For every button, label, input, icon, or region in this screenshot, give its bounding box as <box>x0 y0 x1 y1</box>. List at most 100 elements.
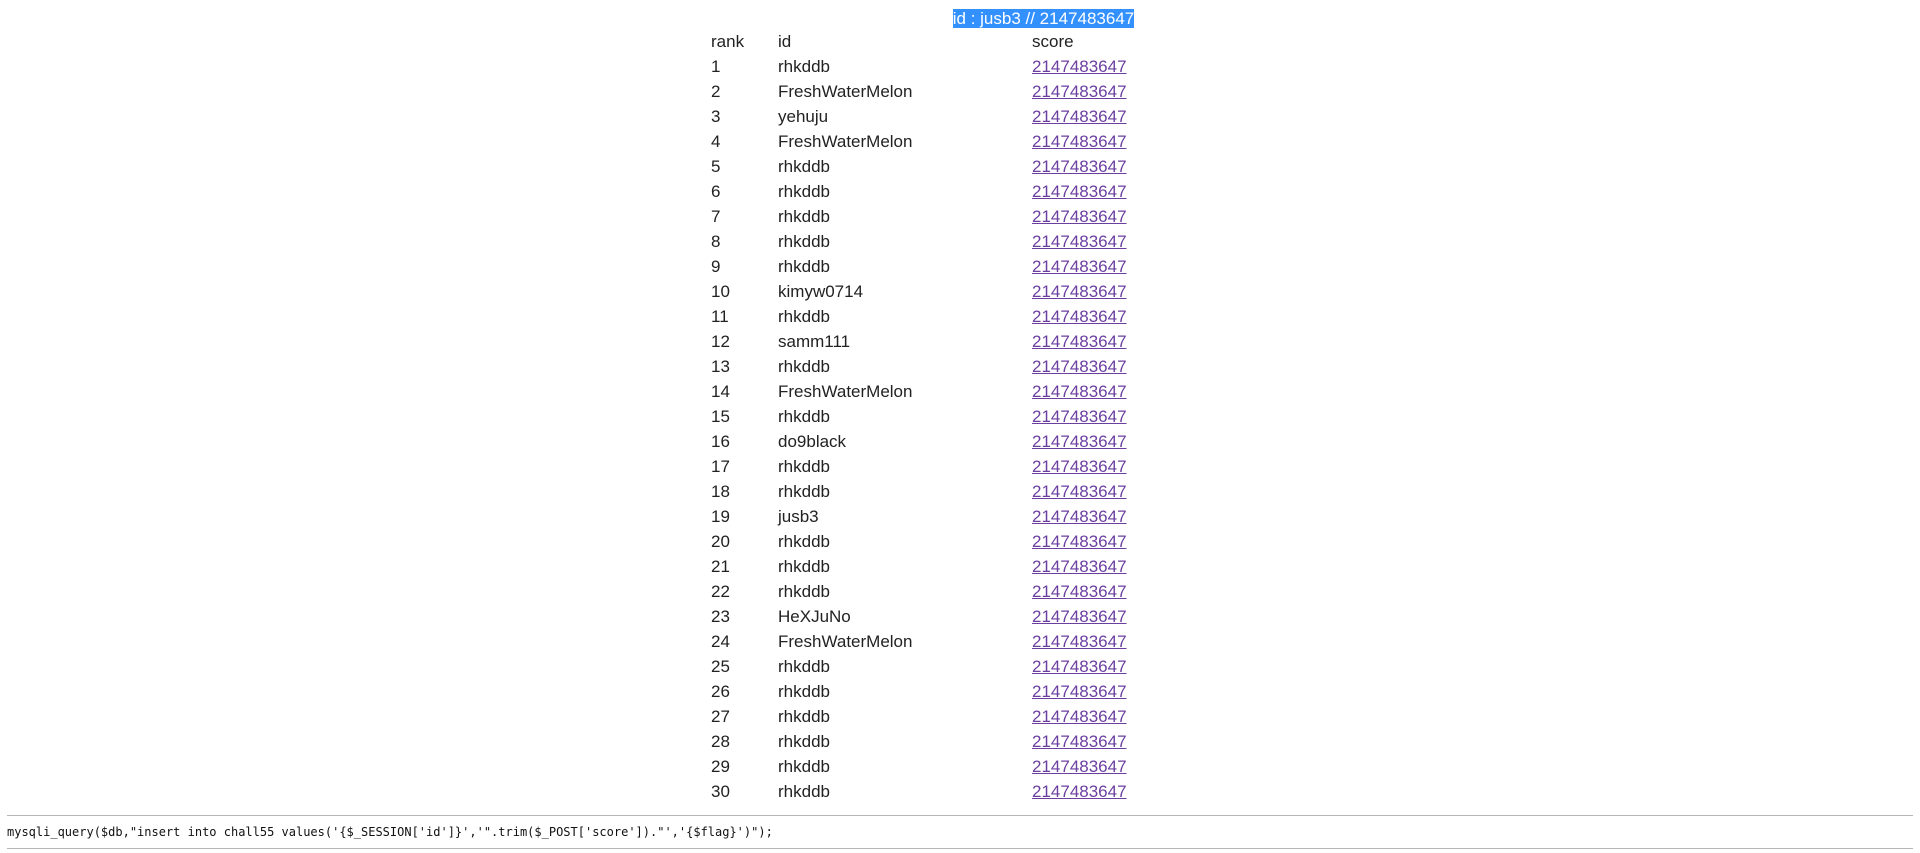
score-link[interactable]: 2147483647 <box>1032 307 1127 326</box>
score-link[interactable]: 2147483647 <box>1032 157 1127 176</box>
score-link[interactable]: 2147483647 <box>1032 532 1127 551</box>
rank-cell: 11 <box>711 307 729 326</box>
table-row: 7 rhkddb 2147483647 <box>711 204 1132 229</box>
id-cell: rhkddb <box>778 207 830 226</box>
id-cell: rhkddb <box>778 457 830 476</box>
rank-cell: 12 <box>711 332 730 351</box>
score-cell: 2147483647 <box>1032 679 1132 704</box>
score-link[interactable]: 2147483647 <box>1032 357 1127 376</box>
score-link[interactable]: 2147483647 <box>1032 57 1127 76</box>
score-cell: 2147483647 <box>1032 79 1132 104</box>
id-cell: FreshWaterMelon <box>778 82 913 101</box>
table-row: 19 jusb3 2147483647 <box>711 504 1132 529</box>
score-link[interactable]: 2147483647 <box>1032 707 1127 726</box>
score-link[interactable]: 2147483647 <box>1032 257 1127 276</box>
score-cell: 2147483647 <box>1032 354 1132 379</box>
rank-cell: 23 <box>711 607 730 626</box>
rank-cell: 28 <box>711 732 730 751</box>
score-cell: 2147483647 <box>1032 779 1132 804</box>
score-cell: 2147483647 <box>1032 54 1132 79</box>
rank-cell: 7 <box>711 207 721 226</box>
table-row: 10 kimyw0714 2147483647 <box>711 279 1132 304</box>
table-row: 27 rhkddb 2147483647 <box>711 704 1132 729</box>
table-row: 12 samm111 2147483647 <box>711 329 1132 354</box>
id-cell: yehuju <box>778 107 829 126</box>
score-cell: 2147483647 <box>1032 579 1132 604</box>
rank-cell: 16 <box>711 432 730 451</box>
id-cell: rhkddb <box>778 482 830 501</box>
score-link[interactable]: 2147483647 <box>1032 432 1127 451</box>
score-link[interactable]: 2147483647 <box>1032 107 1127 126</box>
rank-cell: 22 <box>711 582 730 601</box>
id-cell: rhkddb <box>778 57 830 76</box>
score-link[interactable]: 2147483647 <box>1032 407 1127 426</box>
score-link[interactable]: 2147483647 <box>1032 782 1127 801</box>
score-link[interactable]: 2147483647 <box>1032 632 1127 651</box>
score-link[interactable]: 2147483647 <box>1032 757 1127 776</box>
score-cell: 2147483647 <box>1032 179 1132 204</box>
rank-cell: 18 <box>711 482 730 501</box>
id-cell: FreshWaterMelon <box>778 632 913 651</box>
header-user-score: id : jusb3 // 2147483647 <box>952 9 1135 28</box>
score-cell: 2147483647 <box>1032 229 1132 254</box>
score-link[interactable]: 2147483647 <box>1032 282 1127 301</box>
score-link[interactable]: 2147483647 <box>1032 682 1127 701</box>
score-link[interactable]: 2147483647 <box>1032 382 1127 401</box>
rank-cell: 15 <box>711 407 730 426</box>
top-divider <box>7 815 1913 816</box>
score-link[interactable]: 2147483647 <box>1032 82 1127 101</box>
table-row: 22 rhkddb 2147483647 <box>711 579 1132 604</box>
table-row: 8 rhkddb 2147483647 <box>711 229 1132 254</box>
table-row: 4 FreshWaterMelon 2147483647 <box>711 129 1132 154</box>
source-code-line: mysqli_query($db,"insert into chall55 va… <box>7 825 773 839</box>
rank-cell: 30 <box>711 782 730 801</box>
table-row: 18 rhkddb 2147483647 <box>711 479 1132 504</box>
score-cell: 2147483647 <box>1032 254 1132 279</box>
score-cell: 2147483647 <box>1032 529 1132 554</box>
score-link[interactable]: 2147483647 <box>1032 607 1127 626</box>
column-header-score: score <box>1032 32 1074 51</box>
score-link[interactable]: 2147483647 <box>1032 732 1127 751</box>
table-row: 29 rhkddb 2147483647 <box>711 754 1132 779</box>
score-cell: 2147483647 <box>1032 704 1132 729</box>
rank-cell: 5 <box>711 157 721 176</box>
score-link[interactable]: 2147483647 <box>1032 657 1127 676</box>
id-cell: rhkddb <box>778 582 830 601</box>
table-row: 17 rhkddb 2147483647 <box>711 454 1132 479</box>
score-link[interactable]: 2147483647 <box>1032 332 1127 351</box>
id-cell: FreshWaterMelon <box>778 132 913 151</box>
table-row: 26 rhkddb 2147483647 <box>711 679 1132 704</box>
score-link[interactable]: 2147483647 <box>1032 482 1127 501</box>
score-link[interactable]: 2147483647 <box>1032 207 1127 226</box>
score-cell: 2147483647 <box>1032 629 1132 654</box>
score-cell: 2147483647 <box>1032 279 1132 304</box>
score-link[interactable]: 2147483647 <box>1032 132 1127 151</box>
table-row: 15 rhkddb 2147483647 <box>711 404 1132 429</box>
ranking-table: rank id score 1 rhkddb 2147483647 2 FreshWat… <box>711 29 1132 804</box>
score-link[interactable]: 2147483647 <box>1032 557 1127 576</box>
id-cell: rhkddb <box>778 182 830 201</box>
score-cell: 2147483647 <box>1032 729 1132 754</box>
table-row: 16 do9black 2147483647 <box>711 429 1132 454</box>
score-cell: 2147483647 <box>1032 504 1132 529</box>
table-row: 24 FreshWaterMelon 2147483647 <box>711 629 1132 654</box>
score-link[interactable]: 2147483647 <box>1032 182 1127 201</box>
bottom-divider <box>7 848 1913 849</box>
ranking-table-body: 1 rhkddb 2147483647 2 FreshWaterMelon 2147483… <box>711 54 1132 804</box>
score-link[interactable]: 2147483647 <box>1032 507 1127 526</box>
score-link[interactable]: 2147483647 <box>1032 232 1127 251</box>
score-cell: 2147483647 <box>1032 429 1132 454</box>
id-cell: rhkddb <box>778 557 830 576</box>
score-cell: 2147483647 <box>1032 129 1132 154</box>
id-cell: FreshWaterMelon <box>778 382 913 401</box>
score-cell: 2147483647 <box>1032 604 1132 629</box>
score-cell: 2147483647 <box>1032 454 1132 479</box>
score-link[interactable]: 2147483647 <box>1032 457 1127 476</box>
id-cell: rhkddb <box>778 682 830 701</box>
score-link[interactable]: 2147483647 <box>1032 582 1127 601</box>
rank-cell: 6 <box>711 182 721 201</box>
page-header: id : jusb3 // 2147483647 <box>0 8 1920 29</box>
rank-cell: 3 <box>711 107 721 126</box>
table-row: 6 rhkddb 2147483647 <box>711 179 1132 204</box>
id-cell: rhkddb <box>778 357 830 376</box>
